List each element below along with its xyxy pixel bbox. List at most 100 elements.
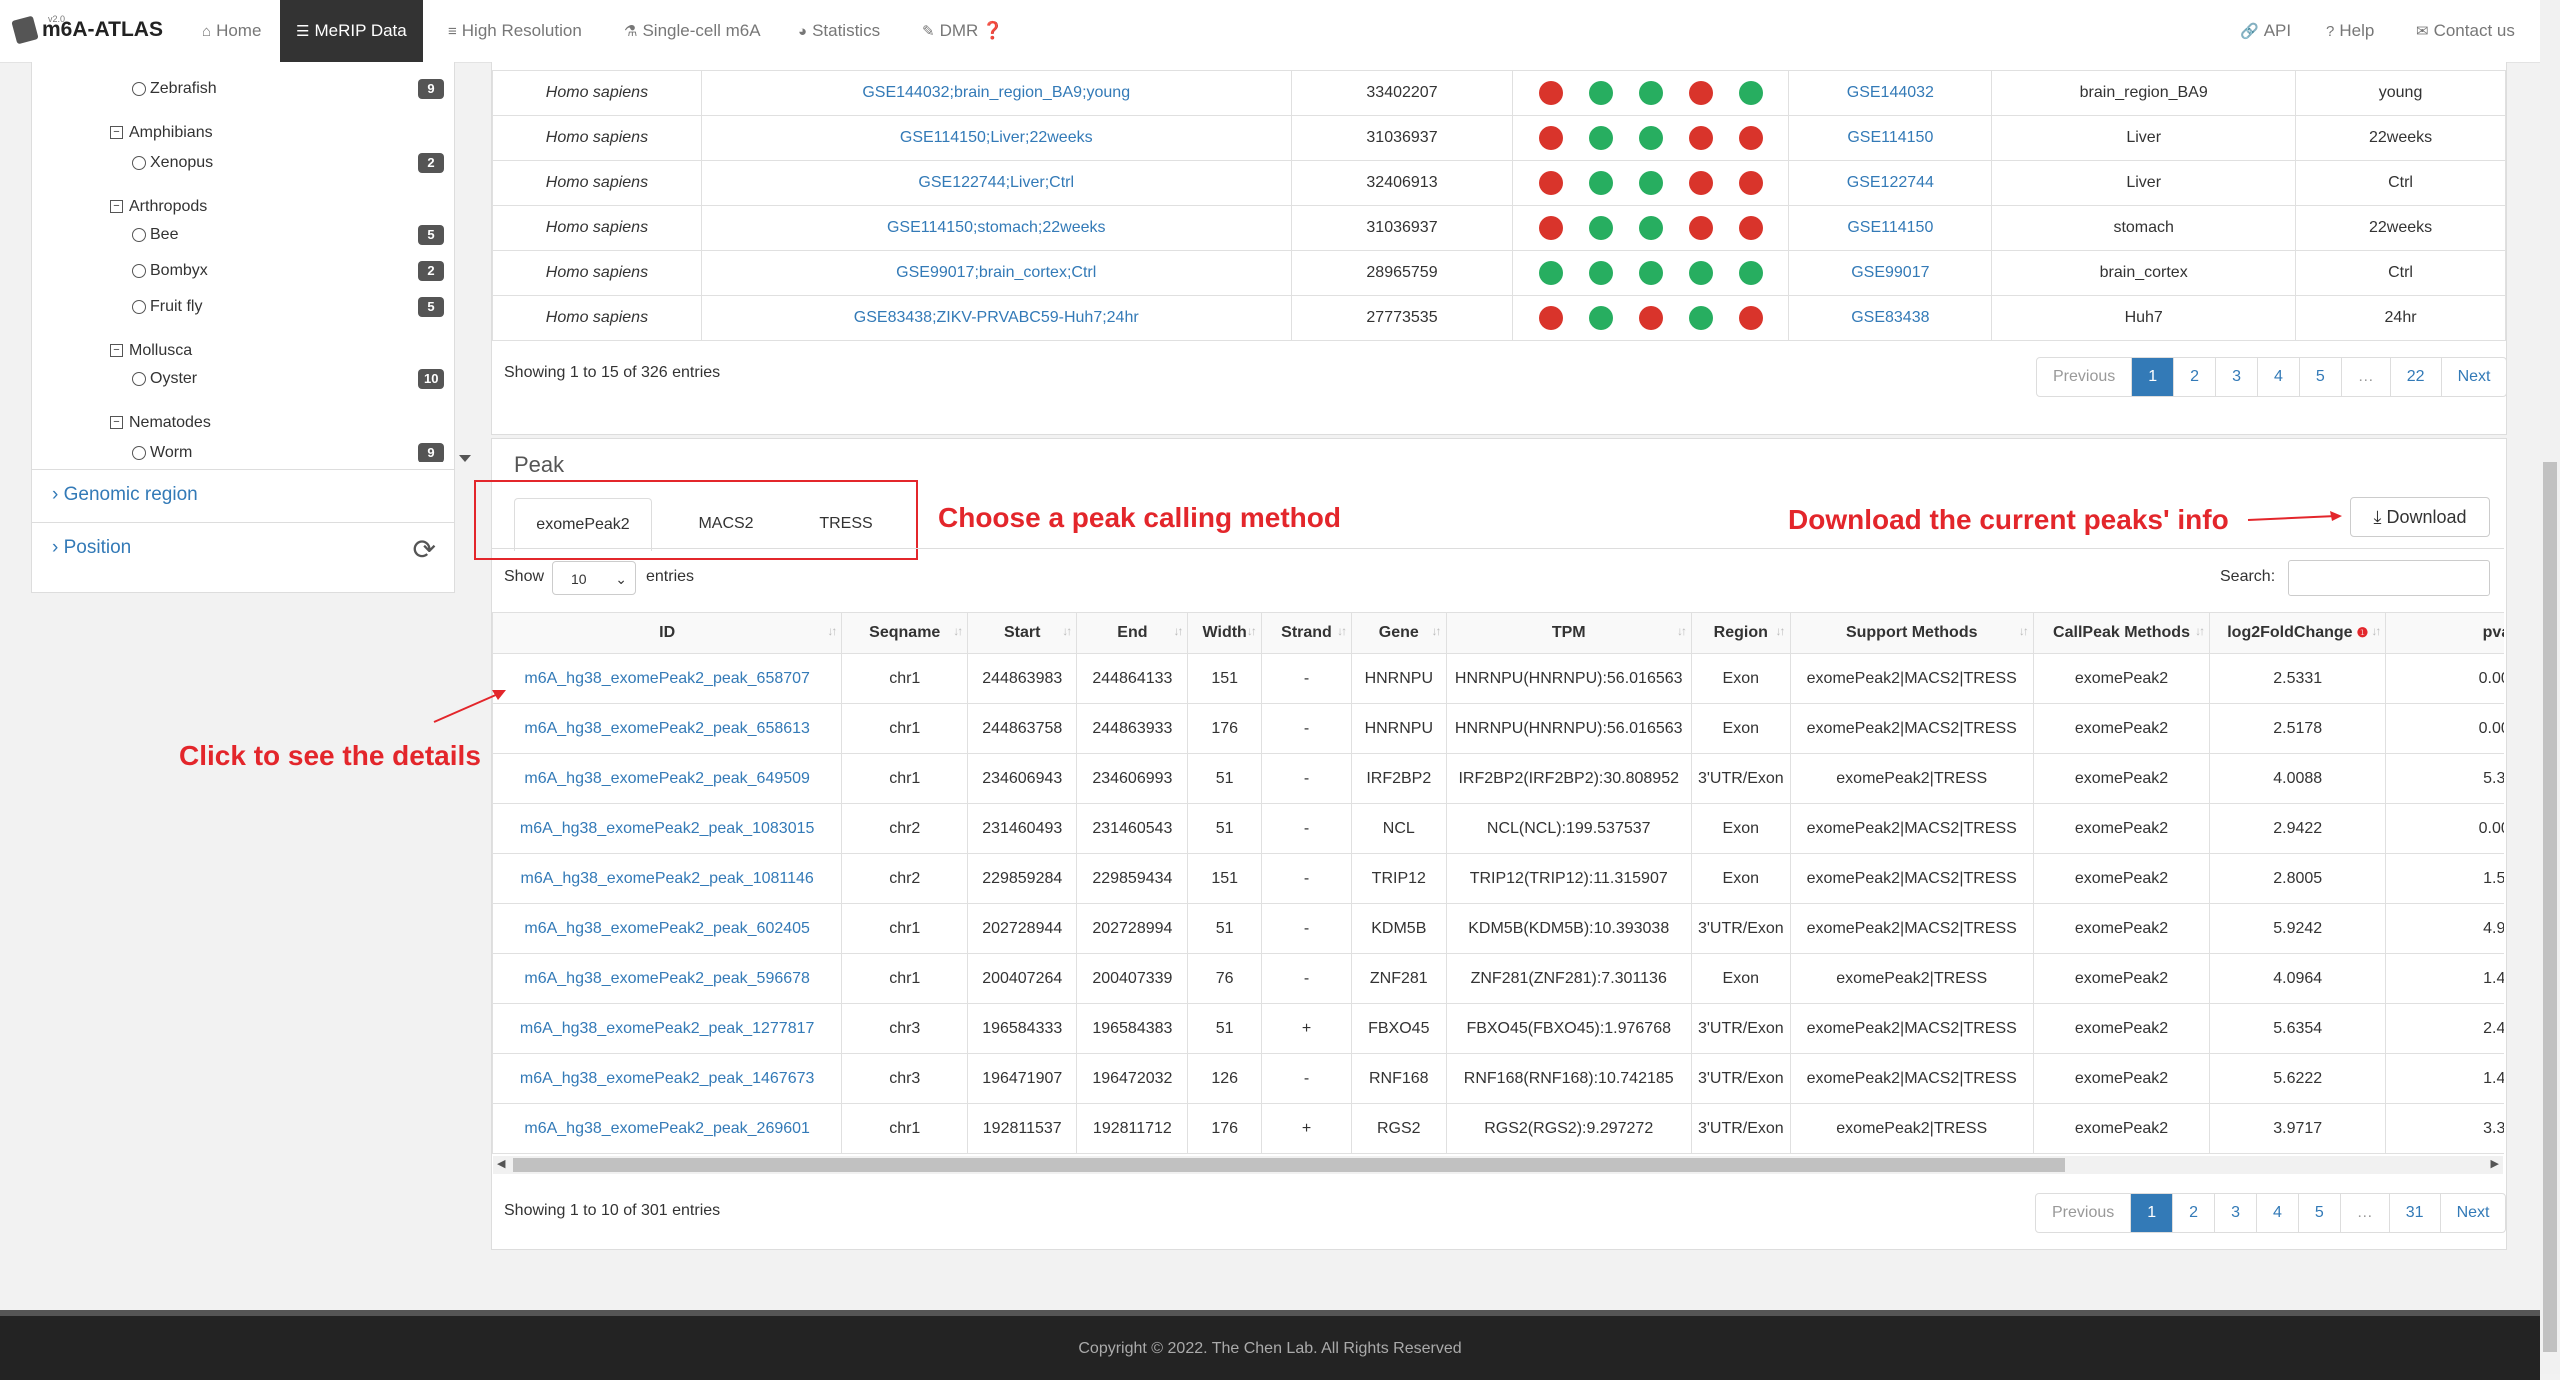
radio-icon[interactable]	[132, 445, 146, 460]
tab-macs2[interactable]: MACS2	[668, 498, 784, 550]
scroll-left-arrow-icon[interactable]: ◀	[497, 1157, 505, 1170]
page-scrollbar[interactable]	[2540, 0, 2560, 1374]
peak-id-link[interactable]: m6A_hg38_exomePeak2_peak_269601	[492, 1103, 843, 1154]
page-4[interactable]: 4	[2256, 358, 2299, 396]
tab-tress[interactable]: TRESS	[796, 498, 896, 550]
sort-icon[interactable]: ↓↑	[1173, 624, 1183, 638]
sort-icon[interactable]: ↓↑	[1337, 624, 1347, 638]
column-header[interactable]: Width ↓↑	[1187, 612, 1262, 654]
peak-id-link[interactable]: m6A_hg38_exomePeak2_peak_1081146	[492, 853, 843, 904]
nav-single-cell[interactable]: ⚗ Single-cell m6A	[616, 0, 769, 62]
nav-merip-data[interactable]: ☰ MeRIP Data	[280, 0, 423, 62]
page-2[interactable]: 2	[2173, 358, 2215, 396]
peak-id-link[interactable]: m6A_hg38_exomePeak2_peak_596678	[492, 953, 843, 1004]
column-header[interactable]: log2FoldChange ❶ ↓↑	[2209, 612, 2387, 654]
peak-id-link[interactable]: m6A_hg38_exomePeak2_peak_1277817	[492, 1003, 843, 1054]
column-header[interactable]: pval↓↑	[2385, 612, 2504, 654]
download-button[interactable]: ⤓ Download	[2350, 497, 2490, 537]
collapse-icon[interactable]: −	[110, 200, 123, 214]
tree-item-fruit-fly[interactable]: Fruit fly	[132, 298, 202, 316]
collapse-icon[interactable]: −	[110, 416, 123, 430]
page-2[interactable]: 2	[2172, 1194, 2214, 1232]
peak-id-link[interactable]: m6A_hg38_exomePeak2_peak_1083015	[492, 803, 843, 854]
nav-dmr[interactable]: ✎ DMR ❓	[914, 0, 1011, 62]
page-next[interactable]: Next	[2439, 1194, 2506, 1232]
page-scroll-thumb[interactable]	[2543, 462, 2557, 1352]
column-header[interactable]: TPM ↓↑	[1445, 612, 1692, 654]
sort-icon[interactable]: ↓↑	[1677, 624, 1687, 638]
page-5[interactable]: 5	[2297, 1194, 2340, 1232]
column-header[interactable]: Gene ↓↑	[1351, 612, 1447, 654]
peak-id-link[interactable]: m6A_hg38_exomePeak2_peak_658707	[492, 653, 843, 704]
sort-icon[interactable]: ↓↑	[953, 624, 963, 638]
peak-id-link[interactable]: m6A_hg38_exomePeak2_peak_649509	[492, 753, 843, 804]
tree-item-worm[interactable]: Worm	[132, 444, 192, 462]
nav-api[interactable]: 🔗 API	[2232, 0, 2299, 62]
sample-name-link[interactable]: GSE122744;Liver;Ctrl	[700, 160, 1292, 206]
sort-icon[interactable]: ↓↑	[827, 624, 837, 638]
tab-exomepeak2[interactable]: exomePeak2	[514, 498, 652, 551]
sample-name-link[interactable]: GSE114150;Liver;22weeks	[700, 115, 1292, 161]
page-3[interactable]: 3	[2215, 358, 2257, 396]
sample-name-link[interactable]: GSE83438;ZIKV-PRVABC59-Huh7;24hr	[700, 295, 1292, 341]
page-next[interactable]: Next	[2440, 358, 2507, 396]
position-section[interactable]: › Position ⟳	[32, 522, 454, 575]
genomic-region-section[interactable]: › Genomic region	[32, 469, 454, 522]
scroll-right-arrow-icon[interactable]: ▶	[2491, 1157, 2499, 1170]
nav-contact[interactable]: ✉ Contact us	[2408, 0, 2523, 62]
radio-icon[interactable]	[132, 263, 146, 278]
page-22[interactable]: 22	[2389, 358, 2441, 396]
site-logo[interactable]: v2.0 m6A-ATLAS	[11, 10, 163, 50]
nav-home[interactable]: ⌂ Home	[194, 0, 269, 62]
radio-icon[interactable]	[132, 227, 146, 242]
search-input[interactable]	[2288, 560, 2490, 596]
column-header[interactable]: Region ↓↑	[1690, 612, 1791, 654]
sample-name-link[interactable]: GSE114150;stomach;22weeks	[700, 205, 1292, 251]
sort-icon[interactable]: ↓↑	[1247, 624, 1257, 638]
sample-gse-link[interactable]: GSE83438	[1788, 295, 1993, 341]
sample-gse-link[interactable]: GSE144032	[1788, 70, 1993, 116]
tree-item-xenopus[interactable]: Xenopus	[132, 154, 213, 172]
sort-icon[interactable]: ↓↑	[2371, 624, 2381, 638]
peak-id-link[interactable]: m6A_hg38_exomePeak2_peak_658613	[492, 703, 843, 754]
tree-item-oyster[interactable]: Oyster	[132, 370, 197, 388]
sort-icon[interactable]: ↓↑	[2019, 624, 2029, 638]
page-5[interactable]: 5	[2298, 358, 2341, 396]
radio-icon[interactable]	[132, 155, 146, 170]
scroll-thumb[interactable]	[513, 1158, 2065, 1172]
collapse-icon[interactable]: −	[110, 126, 123, 140]
refresh-icon[interactable]: ⟳	[413, 533, 436, 566]
sample-name-link[interactable]: GSE99017;brain_cortex;Ctrl	[700, 250, 1292, 296]
collapse-icon[interactable]: −	[110, 344, 123, 358]
sort-icon[interactable]: ↓↑	[1432, 624, 1442, 638]
tree-group-arthropods[interactable]: − Arthropods	[110, 198, 207, 216]
tree-item-zebrafish[interactable]: Zebrafish	[132, 80, 217, 98]
column-header[interactable]: ID ↓↑	[492, 612, 843, 654]
page-1[interactable]: 1	[2131, 358, 2174, 396]
page-previous[interactable]: Previous	[2036, 1194, 2130, 1232]
nav-help[interactable]: ? Help	[2318, 0, 2382, 62]
sample-gse-link[interactable]: GSE122744	[1788, 160, 1993, 206]
species-tree[interactable]: Zebrafish 9 − Amphibians Xenopus 2 − Arthr…	[32, 62, 452, 462]
peak-id-link[interactable]: m6A_hg38_exomePeak2_peak_602405	[492, 903, 843, 954]
peak-id-link[interactable]: m6A_hg38_exomePeak2_peak_1467673	[492, 1053, 843, 1104]
column-header[interactable]: Strand ↓↑	[1260, 612, 1353, 654]
radio-icon[interactable]	[132, 371, 146, 386]
scroll-down-arrow-icon[interactable]	[459, 455, 471, 462]
column-header[interactable]: Support Methods ↓↑	[1789, 612, 2034, 654]
nav-statistics[interactable]: ◕ Statistics	[790, 0, 888, 62]
column-header[interactable]: Start ↓↑	[967, 612, 1078, 654]
tree-group-mollusca[interactable]: − Mollusca	[110, 342, 192, 360]
page-3[interactable]: 3	[2214, 1194, 2256, 1232]
tree-group-nematodes[interactable]: − Nematodes	[110, 414, 211, 432]
page-4[interactable]: 4	[2255, 1194, 2298, 1232]
sort-icon[interactable]: ↓↑	[1776, 624, 1786, 638]
sample-gse-link[interactable]: GSE99017	[1788, 250, 1993, 296]
nav-high-resolution[interactable]: ≡ High Resolution	[440, 0, 590, 62]
info-icon[interactable]: ❶	[2357, 625, 2369, 640]
radio-icon[interactable]	[132, 81, 146, 96]
sample-gse-link[interactable]: GSE114150	[1788, 205, 1993, 251]
page-previous[interactable]: Previous	[2037, 358, 2131, 396]
sort-icon[interactable]: ↓↑	[2195, 624, 2205, 638]
sort-icon[interactable]: ↓↑	[1062, 624, 1072, 638]
